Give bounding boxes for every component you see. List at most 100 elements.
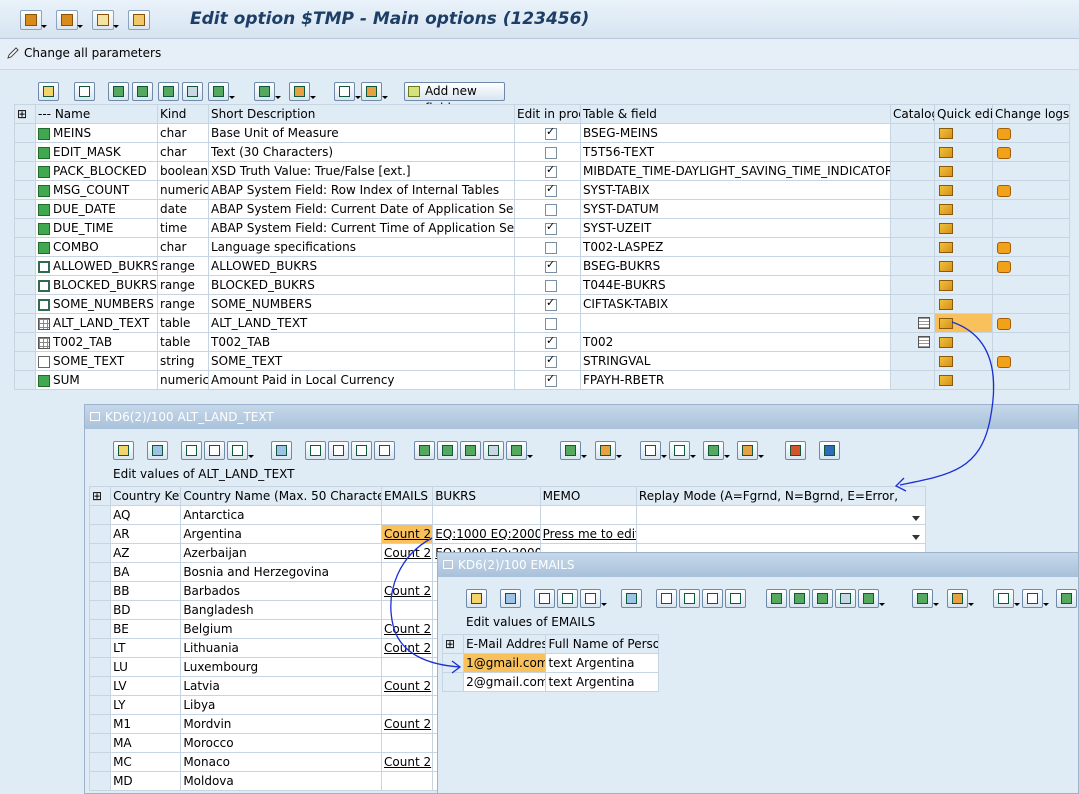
cell-edit-prod[interactable] — [514, 142, 581, 162]
find-icon[interactable] — [158, 82, 179, 101]
cell-edit-prod[interactable] — [514, 237, 581, 257]
row-selector[interactable] — [14, 275, 36, 295]
row-selector[interactable] — [14, 199, 36, 219]
cell-country-key[interactable]: MD — [110, 771, 182, 791]
cell-table-field[interactable]: T5T56-TEXT — [580, 142, 891, 162]
cell-desc[interactable]: SOME_NUMBERS — [208, 294, 515, 314]
cell-full-name[interactable]: text Argentina — [545, 672, 659, 692]
row-selector[interactable] — [88, 657, 112, 677]
cell-country-key[interactable]: AQ — [110, 505, 182, 525]
table-row[interactable]: BLOCKED_BUKRS range BLOCKED_BUKRS T044E-BUK… — [14, 275, 1070, 295]
sum-icon[interactable] — [560, 441, 587, 460]
row-selector[interactable] — [88, 505, 112, 525]
sort-descending-icon[interactable] — [132, 82, 153, 101]
col-header-memo[interactable]: MEMO — [539, 486, 637, 506]
cell-catalog[interactable] — [890, 180, 935, 200]
cell-table-field[interactable]: MIBDATE_TIME-DAYLIGHT_SAVING_TIME_INDICA… — [580, 161, 891, 181]
cell-name[interactable]: MEINS — [35, 123, 158, 143]
cell-edit-prod[interactable] — [514, 180, 581, 200]
filter-icon[interactable] — [506, 441, 533, 460]
cell-emails[interactable]: Count 2 — [381, 752, 434, 772]
refresh-icon[interactable] — [500, 589, 521, 608]
change-all-button[interactable]: Change all parameters — [7, 46, 161, 60]
filter-icon[interactable] — [208, 82, 235, 101]
cell-edit-prod[interactable] — [514, 199, 581, 219]
chevron-down-icon[interactable] — [912, 516, 920, 521]
cell-country-name[interactable]: Luxembourg — [180, 657, 383, 677]
cell-name[interactable]: SUM — [35, 370, 158, 390]
quick-edit-icon[interactable] — [939, 147, 953, 158]
subtotal-icon[interactable] — [595, 441, 622, 460]
edit-prod-checkbox[interactable] — [545, 221, 557, 235]
edit-prod-checkbox[interactable] — [545, 297, 557, 311]
chevron-down-icon[interactable] — [912, 535, 920, 540]
paste-icon[interactable] — [580, 589, 607, 608]
quick-edit-icon[interactable] — [939, 223, 953, 234]
cell-desc[interactable]: ALT_LAND_TEXT — [208, 313, 515, 333]
cell-country-key[interactable]: MA — [110, 733, 182, 753]
cell-country-key[interactable]: MC — [110, 752, 182, 772]
cell-emails[interactable]: Count 2 — [381, 524, 434, 544]
quick-edit-icon[interactable] — [939, 280, 953, 291]
cell-catalog[interactable] — [890, 256, 935, 276]
table-row[interactable]: MSG_COUNT numeric ABAP System Field: Row I… — [14, 180, 1070, 200]
table-row[interactable]: SOME_TEXTstringSOME_TEXTSTRINGVAL — [14, 351, 1070, 371]
col-header-replay-mode[interactable]: Replay Mode (A=Fgrnd, N=Bgrnd, E=Error, — [635, 486, 927, 506]
cell-change-logs[interactable] — [992, 237, 1070, 257]
details-icon[interactable] — [38, 82, 59, 101]
change-log-icon[interactable] — [997, 127, 1011, 140]
cell-catalog[interactable] — [890, 218, 935, 238]
cell-replay-mode[interactable] — [635, 505, 927, 525]
catalog-icon[interactable] — [918, 317, 930, 329]
cell-table-field[interactable] — [580, 313, 891, 333]
col-header-catalog[interactable]: Catalog — [890, 104, 935, 124]
table-row[interactable]: DUE_TIME time ABAP System Field: Current T… — [14, 218, 1070, 238]
memo-link[interactable]: Press me to edit — [543, 527, 636, 541]
row-selector[interactable] — [88, 733, 112, 753]
cell-kind[interactable]: numeric — [157, 180, 209, 200]
table-row[interactable]: PACK_BLOCKED boolean XSD Truth Value: True… — [14, 161, 1070, 181]
cell-edit-prod[interactable] — [514, 218, 581, 238]
cell-kind[interactable]: boolean — [157, 161, 209, 181]
quick-edit-icon[interactable] — [939, 356, 953, 367]
change-log-icon[interactable] — [997, 260, 1011, 273]
col-header-table-field[interactable]: Table & field — [580, 104, 891, 124]
new-row-icon[interactable] — [305, 441, 326, 460]
row-selector[interactable] — [14, 161, 36, 181]
cell-change-logs[interactable] — [992, 218, 1070, 238]
cell-desc[interactable]: Text (30 Characters) — [208, 142, 515, 162]
delete-row-icon[interactable] — [351, 441, 372, 460]
cell-change-logs[interactable] — [992, 332, 1070, 352]
graphic-icon[interactable] — [785, 441, 806, 460]
cell-catalog[interactable] — [890, 161, 935, 181]
emails-link[interactable]: Count 2 — [384, 679, 431, 693]
cell-desc[interactable]: Language specifications — [208, 237, 515, 257]
cell-kind[interactable]: char — [157, 123, 209, 143]
cell-change-logs[interactable] — [992, 294, 1070, 314]
row-selector[interactable] — [441, 653, 465, 673]
col-header-emails[interactable]: EMAILS — [381, 486, 434, 506]
cell-country-name[interactable]: Lithuania — [180, 638, 383, 658]
details-icon[interactable] — [113, 441, 134, 460]
cell-name[interactable]: ALLOWED_BUKRS — [35, 256, 158, 276]
edit-prod-checkbox[interactable] — [545, 183, 557, 197]
cell-change-logs[interactable] — [992, 180, 1070, 200]
cell-kind[interactable]: date — [157, 199, 209, 219]
undo-icon[interactable] — [271, 441, 292, 460]
change-log-icon[interactable] — [997, 146, 1011, 159]
cell-edit-prod[interactable] — [514, 123, 581, 143]
cell-kind[interactable]: char — [157, 142, 209, 162]
select-all-icon[interactable]: ⊞ — [88, 486, 112, 506]
bukrs-link[interactable]: EQ:1000 EQ:2000 — [435, 527, 539, 541]
row-selector[interactable] — [88, 543, 112, 563]
cell-catalog[interactable] — [890, 237, 935, 257]
row-selector[interactable] — [88, 695, 112, 715]
cell-name[interactable]: SOME_NUMBERS — [35, 294, 158, 314]
row-selector[interactable] — [88, 562, 112, 582]
edit-prod-checkbox[interactable] — [545, 241, 557, 254]
cell-quick-edit[interactable] — [934, 237, 993, 257]
copy-icon[interactable] — [204, 441, 225, 460]
cell-emails[interactable] — [381, 733, 434, 753]
cell-quick-edit[interactable] — [934, 199, 993, 219]
cell-table-field[interactable]: CIFTASK-TABIX — [580, 294, 891, 314]
